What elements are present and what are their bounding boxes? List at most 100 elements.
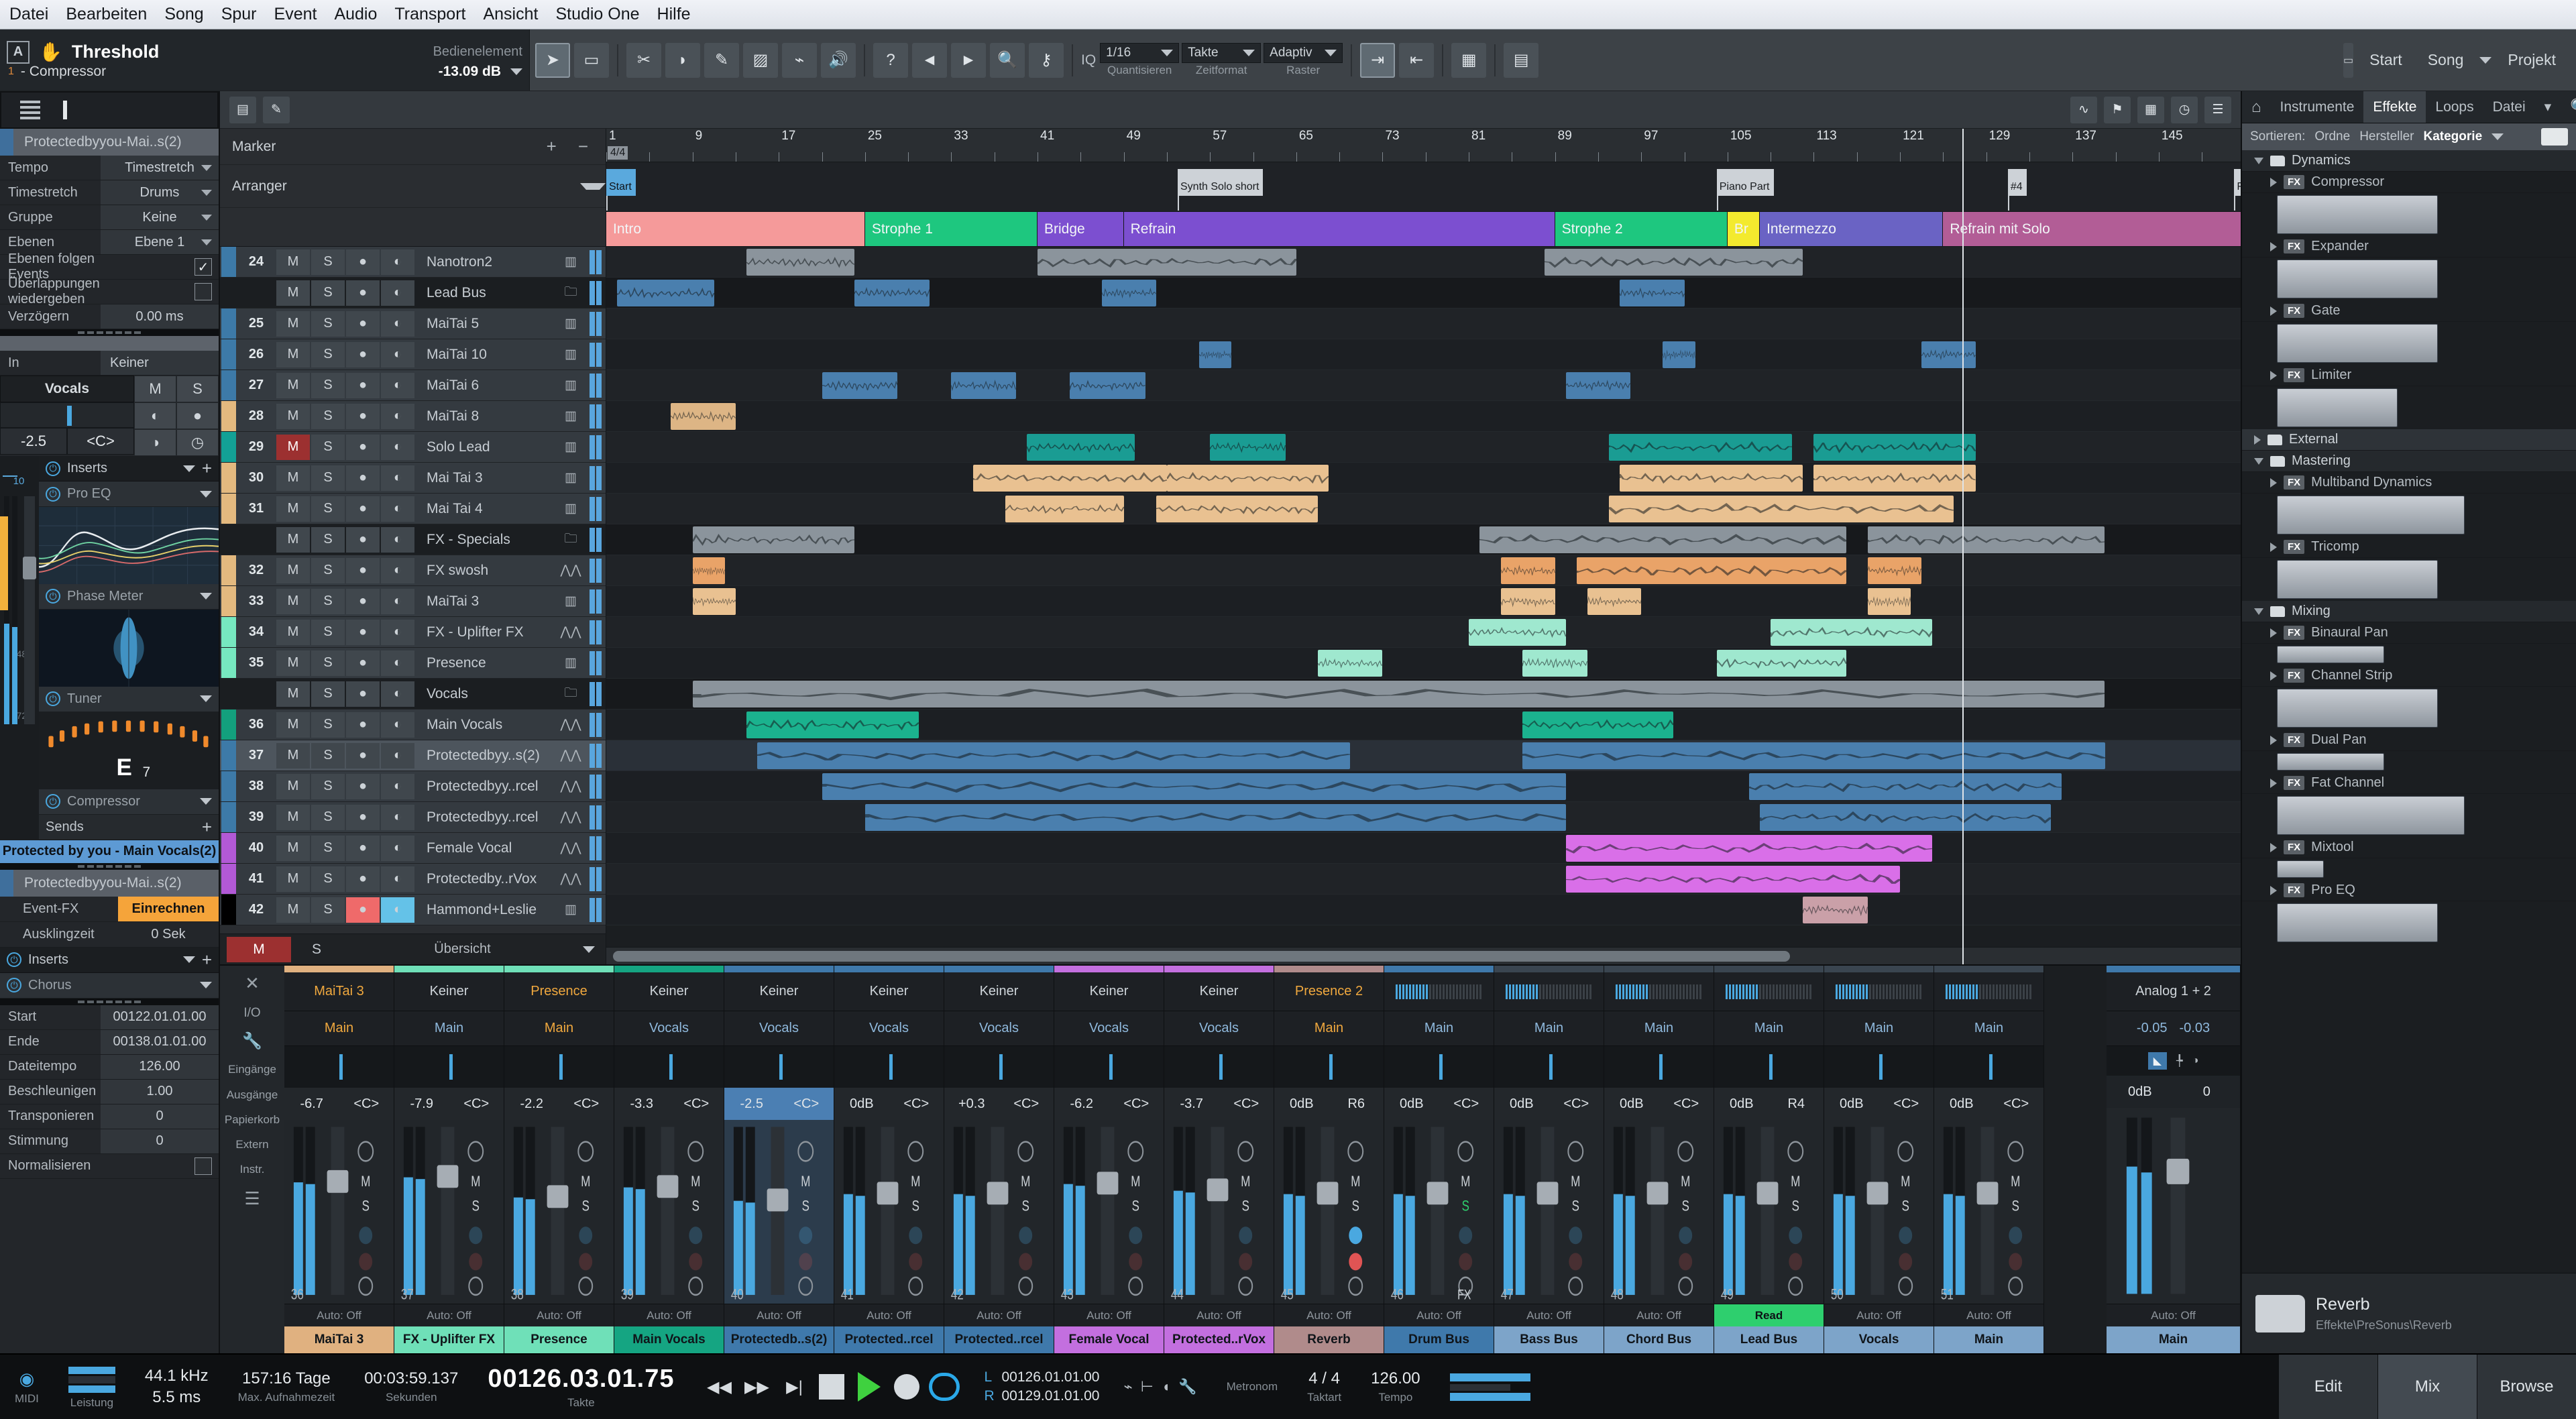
strip-pan-control[interactable] — [1714, 1046, 1824, 1088]
browser-folder-mixing[interactable]: Mixing — [2242, 601, 2576, 622]
chevron-down-icon[interactable] — [580, 183, 606, 190]
track-solo-button[interactable]: S — [311, 465, 345, 491]
prop-checkbox[interactable] — [194, 283, 212, 300]
strip-automation-mode[interactable]: Auto: Off — [504, 1304, 614, 1326]
track-record-button[interactable]: ● — [346, 743, 380, 769]
mixer-strip-female-vocal[interactable]: Keiner Vocals -6.2 <C> M S 43 Auto: Off Female V… — [1054, 966, 1164, 1353]
chevron-down-icon[interactable] — [200, 982, 212, 988]
window-icon[interactable]: ▭ — [2343, 43, 2353, 78]
track-name[interactable]: MaiTai 5 — [416, 316, 552, 332]
chevron-down-icon[interactable] — [200, 593, 212, 600]
track-monitor-button[interactable]: ◐ — [381, 311, 414, 337]
prop-value[interactable]: Keine — [101, 205, 219, 229]
automation-curve-icon[interactable]: ∿ — [2070, 97, 2097, 123]
menu-item-spur[interactable]: Spur — [221, 6, 257, 23]
track-record-button[interactable]: ● — [346, 404, 380, 429]
event-insert-chorus[interactable]: ⏻ Chorus — [0, 973, 219, 999]
clip[interactable] — [1717, 650, 1846, 677]
track-monitor-button[interactable]: ◐ — [381, 774, 414, 799]
clip[interactable] — [822, 773, 1566, 800]
track-name[interactable]: Mai Tai 3 — [416, 470, 552, 486]
timeline-ruler[interactable]: 4/4 1 9 17 25 33 41 49 57 65 73 81 89 97 105 113 121 129… — [606, 129, 2241, 162]
strip-name[interactable]: Female Vocal — [1054, 1326, 1164, 1353]
chevron-down-icon[interactable] — [201, 215, 212, 221]
tuner-display[interactable]: E 7 — [39, 712, 219, 789]
menu-item-bearbeiten[interactable]: Bearbeiten — [66, 6, 147, 23]
clip-lane-33[interactable] — [606, 586, 2241, 617]
mixer-strip-protected-rcel[interactable]: Keiner Vocals +0.3 <C> M S 42 Auto: Off Protecte… — [944, 966, 1054, 1353]
track-monitor-button[interactable]: ◐ — [381, 620, 414, 645]
strip-pan-value[interactable]: <C> — [449, 1088, 504, 1120]
phase-meter-display[interactable] — [39, 610, 219, 687]
clip[interactable] — [1620, 280, 1684, 306]
zoom-next-icon[interactable]: ► — [951, 43, 986, 78]
master-pan[interactable]: 0 — [2174, 1076, 2241, 1108]
track-name[interactable]: MaiTai 10 — [416, 347, 552, 363]
chevron-right-icon[interactable] — [2270, 543, 2277, 552]
clip[interactable] — [1005, 496, 1124, 522]
clip[interactable] — [1577, 557, 1846, 584]
clip[interactable] — [854, 280, 930, 306]
track-mute-button[interactable]: M — [276, 527, 310, 553]
strip-name[interactable]: Protected..rVox — [1164, 1326, 1274, 1353]
strip-volume[interactable]: +0.3 — [944, 1088, 999, 1120]
track-record-button[interactable]: ● — [346, 681, 380, 707]
strip-pan-control[interactable] — [284, 1046, 394, 1088]
mix-view-button[interactable]: Mix — [2377, 1355, 2477, 1419]
clip[interactable] — [1210, 434, 1286, 461]
power-icon[interactable]: ⏻ — [46, 461, 60, 476]
strip-pan-control[interactable] — [1164, 1046, 1274, 1088]
clip-lane-28[interactable] — [606, 401, 2241, 432]
strip-insert-slot[interactable]: Keiner — [1054, 972, 1164, 1011]
clip[interactable] — [1813, 465, 1975, 492]
record-button[interactable] — [891, 1371, 922, 1402]
strip-volume[interactable]: 0dB — [1274, 1088, 1329, 1120]
arranger-section-intermezzo[interactable]: Intermezzo — [1760, 212, 1943, 246]
add-insert-icon[interactable]: + — [202, 458, 212, 479]
strip-pan-control[interactable] — [944, 1046, 1054, 1088]
strip-output[interactable]: Vocals — [944, 1011, 1054, 1046]
chevron-right-icon[interactable] — [2270, 371, 2277, 380]
event-prop-value[interactable]: 0 — [101, 1104, 219, 1129]
clip[interactable] — [757, 742, 1350, 769]
track-row-fx---specials[interactable]: M S ● ◐ FX - Specials 🗀 — [220, 524, 606, 555]
strip-pan-value[interactable]: <C> — [1219, 1088, 1274, 1120]
strip-pan-control[interactable] — [1274, 1046, 1384, 1088]
insert-item-compressor[interactable]: ⏻ Compressor — [39, 789, 219, 815]
strip-pan-value[interactable]: <C> — [1109, 1088, 1164, 1120]
strip-fader[interactable]: M S 36 — [284, 1120, 394, 1304]
wrench-icon[interactable]: 🔧 — [242, 1031, 262, 1052]
strip-fader[interactable]: M S 37 — [394, 1120, 504, 1304]
track-monitor-button[interactable]: ◐ — [381, 681, 414, 707]
track-solo-button[interactable]: S — [311, 342, 345, 367]
clip[interactable] — [1038, 249, 1296, 276]
arrow-tool-icon[interactable]: ➤ — [535, 43, 570, 78]
clip[interactable] — [693, 588, 736, 615]
track-name[interactable]: Lead Bus — [416, 285, 552, 301]
arranger-section-strophe-2[interactable]: Strophe 2 — [1555, 212, 1728, 246]
strip-output[interactable]: Main — [1384, 1011, 1494, 1046]
project-button[interactable]: Projekt — [2498, 47, 2565, 73]
strip-automation-mode[interactable]: Auto: Off — [944, 1304, 1054, 1326]
precount-icon[interactable]: ⊢ — [1141, 1378, 1154, 1396]
marker-start[interactable]: Start — [606, 169, 636, 196]
event-title-row[interactable]: Protectedbyyou-Mai..s(2) — [0, 870, 219, 897]
time-display-seconds[interactable]: 00:03:59.137 Sekunden — [349, 1369, 473, 1404]
clip[interactable] — [671, 403, 735, 430]
monitor-icon[interactable]: ◐ — [134, 402, 176, 429]
strip-fader[interactable]: M S 50 — [1824, 1120, 1934, 1304]
strip-output[interactable]: Main — [1274, 1011, 1384, 1046]
clip-lane-27[interactable] — [606, 370, 2241, 401]
track-row-27[interactable]: 27 M S ● ◐ MaiTai 6 ▥ — [220, 370, 606, 401]
insert-item-tuner[interactable]: ⏻ Tuner — [39, 687, 219, 712]
add-insert-icon[interactable]: + — [202, 950, 212, 970]
strip-volume[interactable]: -6.7 — [284, 1088, 339, 1120]
menu-item-transport[interactable]: Transport — [394, 6, 465, 23]
track-mute-button[interactable]: M — [276, 280, 310, 306]
strip-output[interactable]: Main — [394, 1011, 504, 1046]
clip[interactable] — [1587, 588, 1641, 615]
strip-fader[interactable]: M S 41 — [834, 1120, 944, 1304]
track-mute-button[interactable]: M — [276, 866, 310, 892]
strip-volume[interactable]: 0dB — [1604, 1088, 1659, 1120]
track-monitor-button[interactable]: ◐ — [381, 435, 414, 460]
